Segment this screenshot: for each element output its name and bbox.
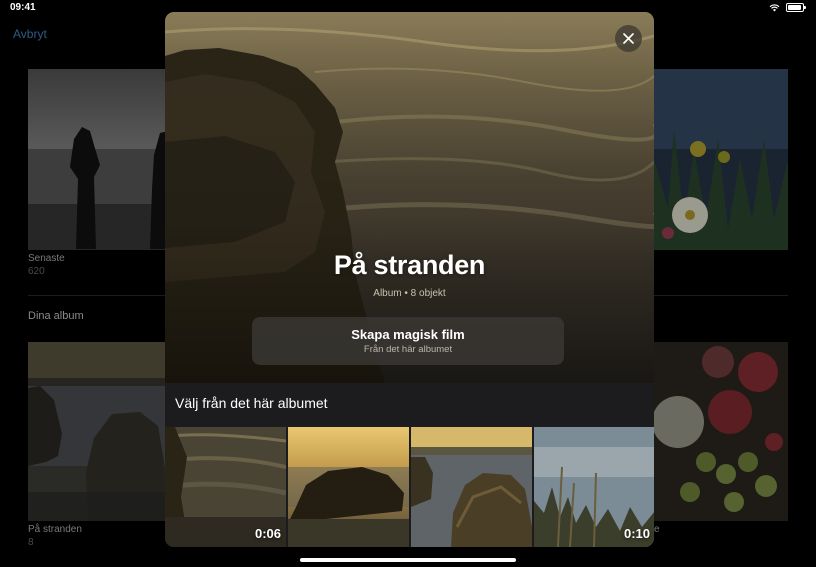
recent-album-count: 620 <box>28 266 45 277</box>
album-meta: Album • 8 objekt <box>373 288 446 299</box>
battery-fill <box>788 5 801 10</box>
flowers-image <box>654 69 788 250</box>
albums-section-title: Dina album <box>28 310 84 322</box>
media-item-4[interactable]: 0:10 <box>534 427 654 547</box>
media-thumbnail <box>288 427 409 547</box>
right-bottom-caption: e <box>654 524 660 535</box>
recent-album-image <box>28 69 168 250</box>
memory-sheet: På stranden Album • 8 objekt Skapa magis… <box>165 12 654 547</box>
recent-album-title: Senaste <box>28 253 65 264</box>
media-item-3[interactable] <box>411 427 532 547</box>
home-indicator[interactable] <box>300 558 516 562</box>
cancel-button[interactable]: Avbryt <box>13 27 47 41</box>
status-time: 09:41 <box>10 2 36 13</box>
close-button[interactable] <box>615 25 642 52</box>
beach-album-image <box>28 342 168 521</box>
create-magic-movie-button[interactable]: Skapa magisk film Från det här albumet <box>252 317 564 365</box>
create-magic-movie-sublabel: Från det här albumet <box>363 344 453 355</box>
media-thumbnail <box>411 427 532 547</box>
album-media-grid: 0:06 0:10 <box>165 427 654 547</box>
recent-album-thumbnail[interactable] <box>28 69 168 250</box>
close-icon <box>623 33 634 44</box>
pick-from-album-heading: Välj från det här albumet <box>175 395 328 411</box>
battery-icon <box>786 3 806 12</box>
media-duration: 0:10 <box>623 526 650 541</box>
album-title: På stranden <box>333 250 486 280</box>
right-bottom-thumbnail[interactable] <box>654 342 788 521</box>
media-item-2[interactable] <box>288 427 409 547</box>
media-duration: 0:06 <box>254 526 281 541</box>
beach-album-thumbnail[interactable] <box>28 342 168 521</box>
fruit-image <box>654 342 788 521</box>
right-top-thumbnail[interactable] <box>654 69 788 250</box>
wifi-icon <box>769 3 780 12</box>
status-bar: 09:41 <box>0 0 816 16</box>
beach-album-count: 8 <box>28 537 34 548</box>
status-icons <box>769 3 806 12</box>
beach-album-title: På stranden <box>28 524 82 535</box>
create-magic-movie-label: Skapa magisk film <box>351 327 465 342</box>
media-item-1[interactable]: 0:06 <box>165 427 286 547</box>
